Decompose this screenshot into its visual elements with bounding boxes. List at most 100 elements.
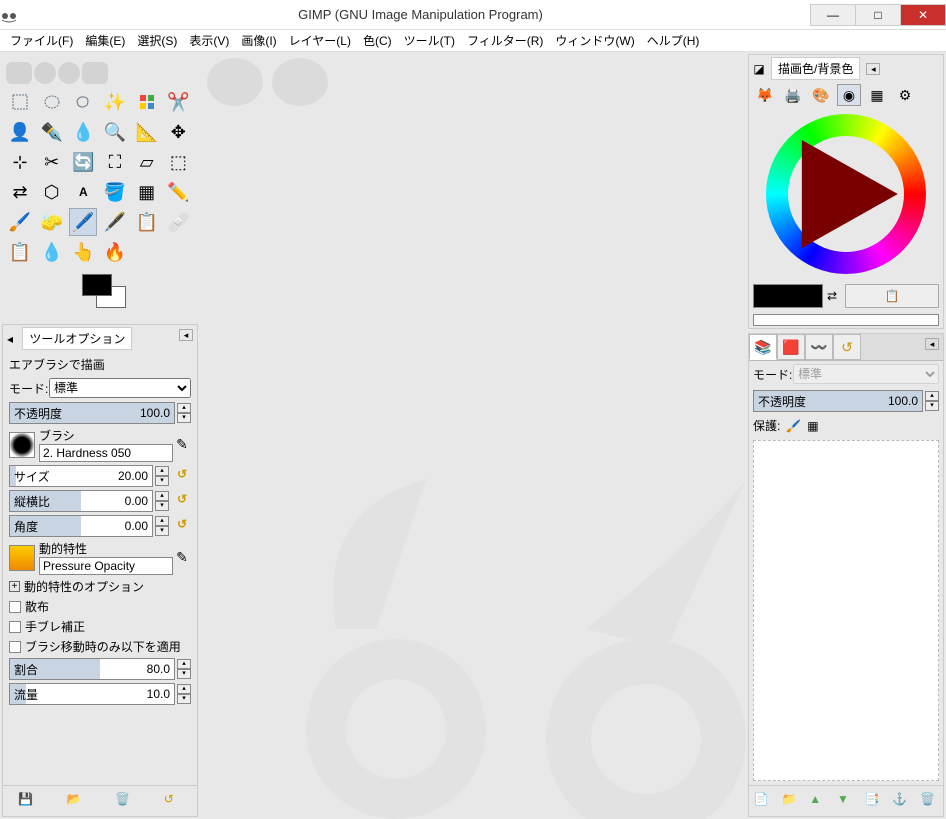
rate-slider[interactable]: 割合 80.0 bbox=[9, 658, 175, 680]
layers-panel-collapse-button[interactable]: ◂ bbox=[925, 338, 939, 350]
menu-image[interactable]: 画像(I) bbox=[235, 30, 282, 51]
fgbg-tab[interactable]: 描画色/背景色 bbox=[771, 57, 860, 80]
opacity-slider[interactable]: 不透明度 100.0 bbox=[9, 402, 175, 424]
mode-select[interactable]: 標準 bbox=[49, 378, 191, 398]
tool-fuzzy-select[interactable]: ✨ bbox=[101, 88, 129, 116]
tool-paths[interactable]: ✒️ bbox=[38, 118, 66, 146]
size-slider[interactable]: サイズ 20.00 bbox=[9, 465, 153, 487]
layer-lower-button[interactable]: ▼ bbox=[837, 792, 855, 810]
scatter-checkbox[interactable] bbox=[9, 601, 21, 613]
apply-on-move-checkbox[interactable] bbox=[9, 641, 21, 653]
angle-slider[interactable]: 角度 0.00 bbox=[9, 515, 153, 537]
color-mode-cmyk-icon[interactable]: 🖨️ bbox=[781, 84, 805, 106]
dynamics-options-expander[interactable]: +動的特性のオプション bbox=[9, 578, 191, 595]
tool-foreground-select[interactable]: 👤 bbox=[6, 118, 34, 146]
tool-shear[interactable]: ▱ bbox=[133, 148, 161, 176]
tool-blur[interactable]: 💧 bbox=[38, 238, 66, 266]
flow-spinner[interactable]: ▴▾ bbox=[177, 684, 191, 704]
color-triangle[interactable] bbox=[802, 140, 898, 248]
tool-text[interactable]: A bbox=[69, 178, 97, 206]
menu-tool[interactable]: ツール(T) bbox=[398, 30, 461, 51]
delete-layer-button[interactable]: 🗑️ bbox=[920, 792, 938, 810]
paths-tab[interactable]: 〰️ bbox=[805, 334, 833, 360]
current-color-swatch[interactable] bbox=[753, 284, 823, 308]
tool-smudge[interactable]: 👆 bbox=[69, 238, 97, 266]
color-mode-watercolor-icon[interactable]: 🎨 bbox=[809, 84, 833, 106]
tool-scale[interactable]: ⛶ bbox=[101, 148, 129, 176]
menu-select[interactable]: 選択(S) bbox=[131, 30, 183, 51]
minimize-button[interactable]: — bbox=[810, 4, 856, 26]
anchor-layer-button[interactable]: ⚓ bbox=[892, 792, 910, 810]
tool-perspective[interactable]: ⬚ bbox=[164, 148, 192, 176]
reset-tool-options-button[interactable]: ↺ bbox=[164, 792, 182, 810]
layers-tab[interactable]: 📚 bbox=[749, 334, 777, 360]
tool-airbrush[interactable]: 🖊️ bbox=[69, 208, 97, 236]
dynamics-edit-button[interactable]: ✎ bbox=[173, 549, 191, 567]
lock-pixels-icon[interactable]: 🖌️ bbox=[786, 419, 801, 433]
aspect-slider[interactable]: 縦横比 0.00 bbox=[9, 490, 153, 512]
tool-heal[interactable]: 🩹 bbox=[164, 208, 192, 236]
color-mode-scales-icon[interactable]: ⚙ bbox=[893, 84, 917, 106]
brush-name[interactable]: 2. Hardness 050 bbox=[39, 444, 173, 462]
color-mode-wheel-icon[interactable]: ◉ bbox=[837, 84, 861, 106]
tool-clone[interactable]: 📋 bbox=[133, 208, 161, 236]
dynamics-icon[interactable] bbox=[9, 545, 35, 571]
foreground-color-swatch[interactable] bbox=[82, 274, 112, 296]
new-layer-group-button[interactable]: 📁 bbox=[782, 792, 800, 810]
maximize-button[interactable]: □ bbox=[855, 4, 901, 26]
fgbg-mini-icon[interactable]: ◪ bbox=[749, 62, 769, 76]
size-spinner[interactable]: ▴▾ bbox=[155, 466, 169, 486]
tool-rotate[interactable]: 🔄 bbox=[69, 148, 97, 176]
tool-ellipse-select[interactable] bbox=[38, 88, 66, 116]
tool-perspective-clone[interactable]: 📋 bbox=[6, 238, 34, 266]
color-mode-gimp-icon[interactable]: 🦊 bbox=[753, 84, 777, 106]
channels-tab[interactable]: 🟥 bbox=[777, 334, 805, 360]
layer-mode-select[interactable]: 標準 bbox=[793, 364, 939, 384]
tool-align[interactable]: ⊹ bbox=[6, 148, 34, 176]
duplicate-layer-button[interactable]: 📑 bbox=[865, 792, 883, 810]
menu-edit[interactable]: 編集(E) bbox=[79, 30, 131, 51]
layer-list-area[interactable] bbox=[753, 440, 939, 781]
opacity-spinner[interactable]: ▴▾ bbox=[177, 403, 191, 423]
tool-options-tab[interactable]: ツールオプション bbox=[22, 327, 132, 350]
lock-alpha-icon[interactable]: ▦ bbox=[807, 419, 818, 433]
tool-scissors-select[interactable]: ✂️ bbox=[164, 88, 192, 116]
panel-collapse-button[interactable]: ◂ bbox=[179, 329, 193, 341]
tool-measure[interactable]: 📐 bbox=[133, 118, 161, 146]
tool-cage[interactable]: ⬡ bbox=[38, 178, 66, 206]
menu-window[interactable]: ウィンドウ(W) bbox=[549, 30, 640, 51]
tool-dodge-burn[interactable]: 🔥 bbox=[101, 238, 129, 266]
panel-menu-icon[interactable]: ◂ bbox=[3, 332, 17, 346]
tool-paintbrush[interactable]: 🖌️ bbox=[6, 208, 34, 236]
tool-blend[interactable]: ▦ bbox=[133, 178, 161, 206]
tool-flip[interactable]: ⇄ bbox=[6, 178, 34, 206]
add-color-to-history-button[interactable]: 📋 bbox=[845, 284, 939, 308]
tool-rect-select[interactable] bbox=[6, 88, 34, 116]
new-layer-button[interactable]: 📄 bbox=[754, 792, 772, 810]
dynamics-value[interactable]: Pressure Opacity bbox=[39, 557, 173, 575]
color-panel-collapse-button[interactable]: ◂ bbox=[866, 63, 880, 75]
tool-bucket-fill[interactable]: 🪣 bbox=[101, 178, 129, 206]
swap-colors-icon[interactable]: ⇄ bbox=[827, 289, 841, 303]
menu-help[interactable]: ヘルプ(H) bbox=[641, 30, 706, 51]
tool-ink[interactable]: 🖋️ bbox=[101, 208, 129, 236]
menu-file[interactable]: ファイル(F) bbox=[4, 30, 79, 51]
save-tool-preset-button[interactable]: 💾 bbox=[18, 792, 36, 810]
size-reset-button[interactable]: ↺ bbox=[173, 467, 191, 485]
menu-color[interactable]: 色(C) bbox=[357, 30, 398, 51]
tool-pencil[interactable]: ✏️ bbox=[164, 178, 192, 206]
tool-free-select[interactable] bbox=[69, 88, 97, 116]
tool-by-color-select[interactable] bbox=[133, 88, 161, 116]
undo-history-tab[interactable]: ↺ bbox=[833, 334, 861, 360]
tool-move[interactable]: ✥ bbox=[164, 118, 192, 146]
delete-tool-preset-button[interactable]: 🗑️ bbox=[115, 792, 133, 810]
jitter-checkbox[interactable] bbox=[9, 621, 21, 633]
tool-crop[interactable]: ✂ bbox=[38, 148, 66, 176]
color-mode-palette-icon[interactable]: ▦ bbox=[865, 84, 889, 106]
aspect-reset-button[interactable]: ↺ bbox=[173, 492, 191, 510]
layer-opacity-spinner[interactable]: ▴▾ bbox=[925, 391, 939, 411]
menu-layer[interactable]: レイヤー(L) bbox=[283, 30, 357, 51]
layer-raise-button[interactable]: ▲ bbox=[809, 792, 827, 810]
angle-spinner[interactable]: ▴▾ bbox=[155, 516, 169, 536]
tool-zoom[interactable]: 🔍 bbox=[101, 118, 129, 146]
